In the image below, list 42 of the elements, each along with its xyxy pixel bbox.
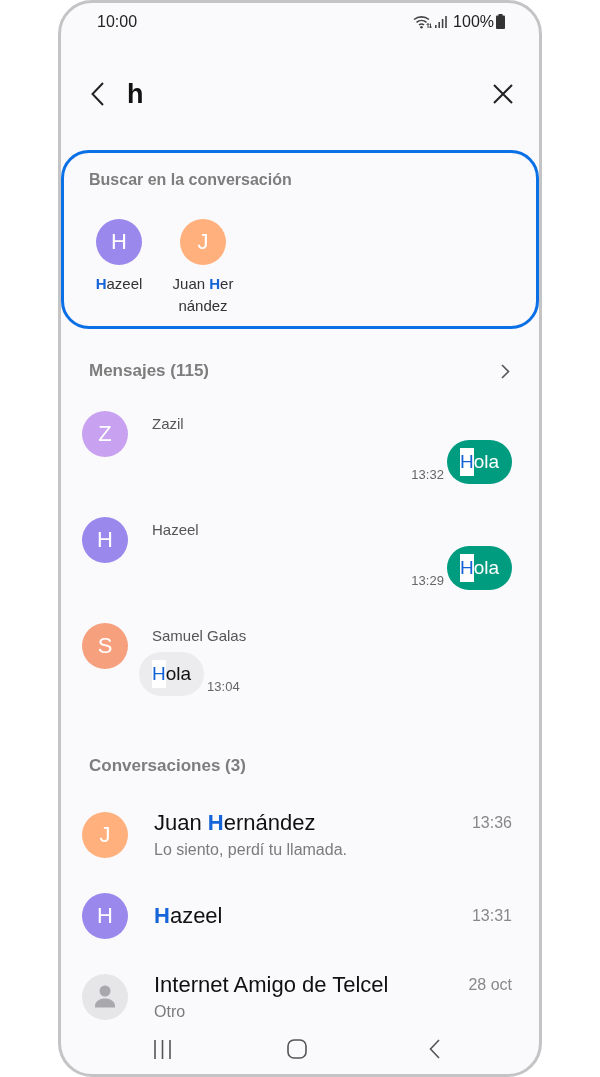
search-field[interactable]: h (127, 73, 487, 115)
contact-avatar: J (180, 219, 226, 265)
contact-name[interactable]: Juan Hernández (169, 273, 237, 317)
signal-icon (435, 15, 448, 28)
section-title: Mensajes (115) (89, 360, 209, 383)
message-preview: Otro (154, 1002, 186, 1022)
close-icon (493, 84, 513, 104)
contact-avatar: H (82, 892, 128, 939)
card-title: Buscar en la conversación (89, 170, 292, 190)
message-time: 13:32 (411, 467, 444, 483)
person-avatar-icon (82, 973, 128, 1020)
conversation-name[interactable]: Hazeel (154, 901, 223, 930)
message-preview: Lo siento, perdí tu llamada. (154, 840, 347, 860)
battery-percentage: 100% (453, 11, 494, 32)
conversation-time: 13:31 (471, 905, 512, 926)
contact-avatar: J (82, 811, 128, 858)
contact-name[interactable]: Hazeel (85, 273, 153, 295)
message-bubble[interactable]: Hola (446, 440, 512, 484)
message-bubble[interactable]: Hola (139, 652, 205, 696)
message-time: 13:29 (411, 573, 444, 589)
sender-name: Zazil (152, 414, 184, 434)
conversation-name[interactable]: Internet Amigo de Telcel (154, 971, 389, 999)
conversation-time: 28 oct (468, 975, 512, 995)
message-bubble[interactable]: Hola (446, 546, 512, 590)
sender-name: Samuel Galas (152, 626, 247, 646)
contact-avatar: Z (82, 411, 128, 457)
wifi-icon (413, 14, 433, 29)
recent-apps-icon (153, 1039, 171, 1059)
home-icon (287, 1039, 307, 1059)
sender-name: Hazeel (152, 520, 199, 540)
battery-icon (496, 14, 505, 29)
conversation-name[interactable]: Juan Hernández (154, 809, 316, 837)
section-title: Conversaciones (3) (89, 755, 246, 778)
contact-avatar: S (82, 623, 128, 669)
contact-avatar: H (96, 219, 142, 265)
message-time: 13:04 (207, 679, 240, 695)
conversation-time: 13:36 (471, 813, 512, 833)
back-chevron-icon (90, 82, 104, 106)
status-time: 10:00 (97, 11, 138, 32)
contact-avatar: H (82, 517, 128, 563)
back-chevron-icon (428, 1039, 440, 1059)
chevron-right-icon (500, 363, 510, 379)
